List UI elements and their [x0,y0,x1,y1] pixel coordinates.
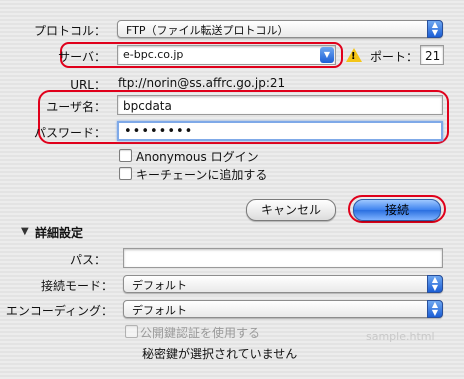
port-field[interactable]: 21 [420,45,444,65]
password-value: •••••••• [124,124,194,139]
server-value: e-bpc.co.jp [123,48,184,61]
path-field[interactable] [123,248,443,268]
anonymous-login-label: Anonymous ログイン [136,150,259,164]
path-label: パス： [69,253,106,267]
password-field[interactable]: •••••••• [117,121,443,141]
private-key-status: 秘密鍵が選択されていません [142,347,298,361]
cancel-button[interactable]: キャンセル [246,199,336,221]
port-label: ポート： [370,50,419,64]
popup-arrows-icon: ▲ ▼ [427,20,443,38]
public-key-auth-label: 公開鍵認証を使用する [140,326,261,340]
add-to-keychain-label: キーチェーンに追加する [136,168,268,182]
password-label: パスワード： [33,126,106,140]
public-key-auth-checkbox[interactable] [125,325,138,338]
connection-mode-value: デフォルト [132,279,187,292]
connection-mode-popup[interactable]: デフォルト ▲ ▼ [123,275,443,293]
add-to-keychain-checkbox[interactable] [119,167,132,180]
protocol-label: プロトコル： [33,24,106,38]
connection-mode-label: 接続モード： [40,279,113,293]
watermark: sample.html [366,330,435,343]
connect-button[interactable]: 接続 [353,199,441,221]
username-value: bpcdata [123,99,172,113]
url-value: ftp://norin@ss.affrc.go.jp:21 [118,76,286,90]
port-value: 21 [425,49,441,63]
server-label: サーバ： [58,50,106,64]
popup-arrows-icon: ▲ ▼ [427,300,443,318]
popup-arrows-icon: ▲ ▼ [427,275,443,293]
warning-mark: ! [351,51,356,62]
anonymous-login-checkbox[interactable] [119,149,132,162]
username-label: ユーザ名： [46,100,106,114]
encoding-popup[interactable]: デフォルト ▲ ▼ [123,300,443,318]
advanced-settings-title: 詳細設定 [35,226,84,240]
username-field[interactable]: bpcdata [117,95,443,115]
protocol-value: FTP（ファイル転送プロトコル） [126,24,289,37]
disclosure-triangle-icon[interactable]: ▼ [21,226,29,237]
encoding-value: デフォルト [132,304,187,317]
encoding-label: エンコーディング： [5,304,113,318]
combo-arrow-icon[interactable]: ▼ [320,47,334,63]
server-field[interactable]: e-bpc.co.jp ▼ [117,45,336,65]
protocol-popup[interactable]: FTP（ファイル転送プロトコル） ▲ ▼ [117,20,443,38]
